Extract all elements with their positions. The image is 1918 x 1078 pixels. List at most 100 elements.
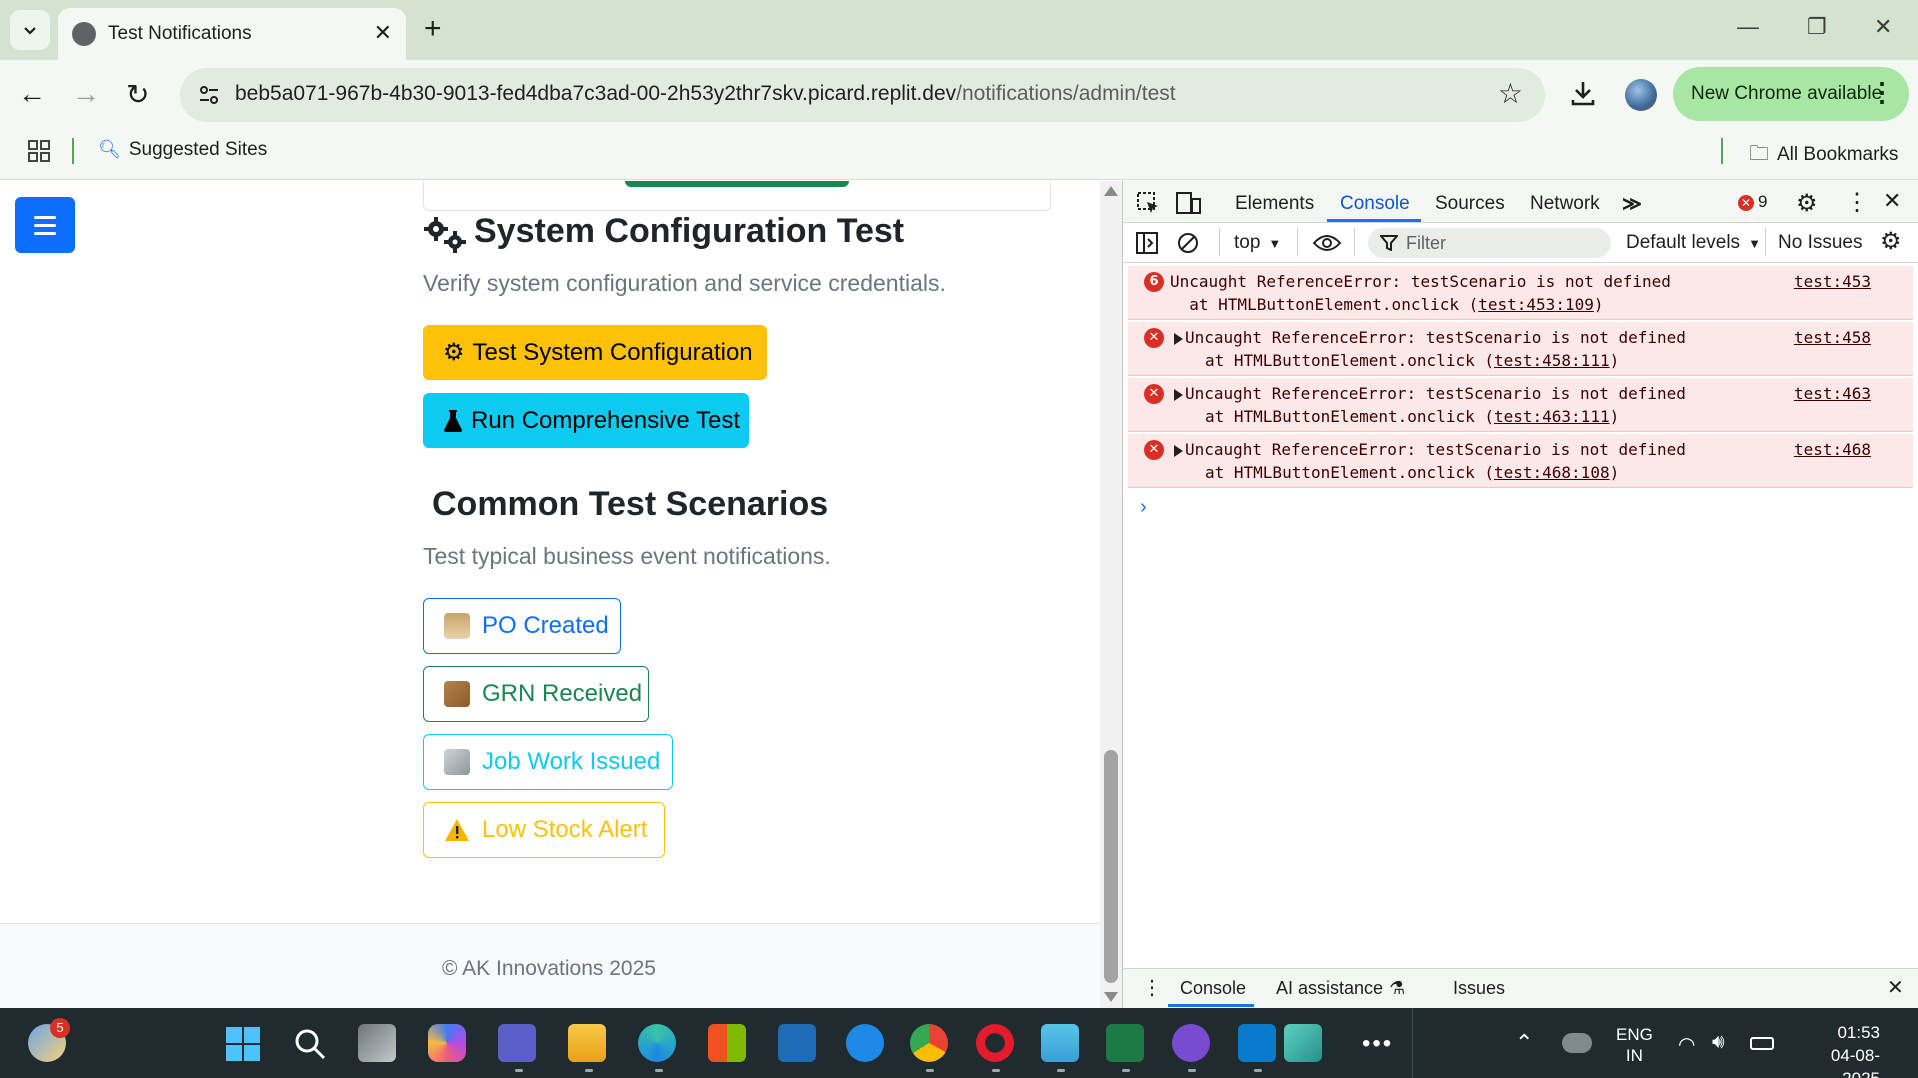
- site-settings-icon[interactable]: [196, 82, 222, 108]
- suggested-sites-bookmark[interactable]: 🔍︎ Suggested Sites: [98, 139, 267, 161]
- wrench-icon: [444, 749, 470, 775]
- store-icon[interactable]: [708, 1024, 746, 1062]
- forward-button[interactable]: →: [72, 78, 100, 110]
- run-comprehensive-test-button[interactable]: Run Comprehensive Test: [423, 393, 749, 448]
- windows-start-icon[interactable]: [225, 1026, 261, 1062]
- console-prompt-input[interactable]: ›: [1140, 496, 1147, 519]
- devtools-tab-elements[interactable]: Elements: [1235, 193, 1314, 215]
- source-link[interactable]: test:463: [1794, 384, 1871, 403]
- console-error-message[interactable]: ✕ Uncaught ReferenceError: testScenario …: [1128, 322, 1913, 376]
- close-window-button[interactable]: ✕: [1874, 14, 1892, 40]
- drawer-tab-console[interactable]: Console: [1180, 978, 1246, 999]
- previous-card-button[interactable]: [625, 181, 849, 187]
- issues-counter[interactable]: No Issues: [1778, 232, 1862, 254]
- console-error-message[interactable]: ✕ Uncaught ReferenceError: testScenario …: [1128, 378, 1913, 432]
- drawer-tab-ai-assistance[interactable]: AI assistance ⚗: [1276, 978, 1405, 999]
- close-devtools-icon[interactable]: ✕: [1883, 188, 1901, 214]
- search-icon[interactable]: [293, 1027, 327, 1061]
- restore-button[interactable]: ❐: [1807, 14, 1827, 40]
- drawer-menu-icon[interactable]: ⋮: [1142, 975, 1162, 1000]
- help-icon[interactable]: [846, 1024, 884, 1062]
- back-button[interactable]: ←: [18, 78, 46, 110]
- devtools-tab-console[interactable]: Console: [1340, 193, 1410, 215]
- more-apps-icon[interactable]: •••: [1362, 1030, 1393, 1058]
- test-system-configuration-button[interactable]: ⚙ Test System Configuration: [423, 325, 767, 380]
- new-tab-button[interactable]: +: [424, 12, 442, 46]
- error-count-badge[interactable]: ✕ 9: [1738, 192, 1767, 212]
- source-link[interactable]: test:453: [1794, 272, 1871, 291]
- bookmark-star-icon[interactable]: ☆: [1498, 77, 1523, 110]
- opera-icon[interactable]: [976, 1024, 1014, 1062]
- new-chrome-label: New Chrome available: [1691, 83, 1883, 104]
- close-drawer-icon[interactable]: ✕: [1887, 975, 1904, 1000]
- clock[interactable]: 01:53 04-08-2025: [1800, 1021, 1880, 1078]
- close-tab-icon[interactable]: ✕: [374, 20, 392, 46]
- clear-console-icon[interactable]: [1177, 232, 1199, 254]
- wifi-icon[interactable]: ◠: [1678, 1032, 1695, 1057]
- console-filter-input[interactable]: Filter: [1368, 228, 1611, 258]
- source-link[interactable]: test:468: [1794, 440, 1871, 459]
- chrome-icon[interactable]: [910, 1024, 948, 1062]
- log-levels-dropdown[interactable]: Default levels ▼: [1626, 232, 1761, 254]
- edge-icon[interactable]: [638, 1024, 676, 1062]
- volume-icon[interactable]: 🔊︎: [1712, 1031, 1725, 1054]
- sidebar-toggle-button[interactable]: [15, 197, 75, 253]
- live-expression-eye-icon[interactable]: [1312, 233, 1342, 253]
- devtools-tab-sources[interactable]: Sources: [1435, 193, 1505, 215]
- toolbar-divider: [1765, 228, 1766, 256]
- excel-icon[interactable]: [1106, 1024, 1144, 1062]
- sidebar-toggle-icon[interactable]: [1136, 232, 1158, 254]
- grn-received-button[interactable]: GRN Received: [423, 666, 649, 722]
- copilot-icon[interactable]: [428, 1024, 466, 1062]
- profile-avatar[interactable]: [1625, 79, 1657, 111]
- more-tabs-icon[interactable]: ≫: [1622, 193, 1642, 216]
- minimize-button[interactable]: —: [1737, 14, 1759, 40]
- stack-link[interactable]: test:468:108: [1494, 463, 1610, 482]
- scroll-down-arrow-icon[interactable]: [1104, 992, 1118, 1002]
- language-line2: IN: [1625, 1046, 1643, 1065]
- teams-icon[interactable]: [498, 1024, 536, 1062]
- inspect-element-icon[interactable]: [1136, 191, 1160, 215]
- reload-button[interactable]: ↻: [126, 78, 149, 111]
- drawer-tab-issues[interactable]: Issues: [1453, 978, 1505, 999]
- github-desktop-icon[interactable]: [1172, 1024, 1210, 1062]
- language-indicator[interactable]: ENG IN: [1616, 1024, 1653, 1066]
- error-text: Uncaught ReferenceError: testScenario is…: [1185, 328, 1686, 347]
- file-explorer-icon[interactable]: [568, 1024, 606, 1062]
- apps-grid-icon[interactable]: [28, 140, 50, 162]
- download-icon[interactable]: [1568, 78, 1598, 108]
- devtools-tab-network[interactable]: Network: [1530, 193, 1600, 215]
- expand-triangle-icon[interactable]: [1174, 389, 1183, 401]
- stack-link[interactable]: test:463:111: [1494, 407, 1610, 426]
- battery-icon[interactable]: [1750, 1037, 1774, 1050]
- vscode-icon[interactable]: [1238, 1024, 1276, 1062]
- page-scrollbar-thumb[interactable]: [1104, 750, 1118, 983]
- all-bookmarks-button[interactable]: 🗀 All Bookmarks: [1749, 139, 1898, 173]
- expand-triangle-icon[interactable]: [1174, 445, 1183, 457]
- low-stock-alert-button[interactable]: Low Stock Alert: [423, 802, 665, 858]
- console-settings-gear-icon[interactable]: ⚙: [1880, 227, 1902, 256]
- show-hidden-icons-chevron-icon[interactable]: ⌃: [1515, 1030, 1533, 1056]
- notepad-icon[interactable]: [1041, 1024, 1079, 1062]
- device-toolbar-icon[interactable]: [1176, 191, 1202, 215]
- console-error-message[interactable]: ✕ Uncaught ReferenceError: testScenario …: [1128, 434, 1913, 488]
- cursor-app-icon[interactable]: [1284, 1024, 1322, 1062]
- source-link[interactable]: test:458: [1794, 328, 1871, 347]
- console-error-message[interactable]: 6 Uncaught ReferenceError: testScenario …: [1128, 266, 1913, 320]
- browser-tab[interactable]: Test Notifications ✕: [58, 8, 406, 60]
- scroll-up-arrow-icon[interactable]: [1104, 186, 1118, 196]
- context-selector[interactable]: top ▼: [1234, 232, 1281, 254]
- task-view-icon[interactable]: [358, 1024, 396, 1062]
- more-options-icon[interactable]: ⋮: [1845, 188, 1869, 217]
- po-created-button[interactable]: PO Created: [423, 598, 621, 654]
- stack-link[interactable]: test:453:109: [1478, 295, 1594, 314]
- expand-triangle-icon[interactable]: [1174, 333, 1183, 345]
- address-bar[interactable]: beb5a071-967b-4b30-9013-fed4dba7c3ad-00-…: [180, 68, 1545, 122]
- stack-link[interactable]: test:458:111: [1494, 351, 1610, 370]
- settings-gear-icon[interactable]: ⚙: [1796, 189, 1818, 218]
- myhp-icon[interactable]: [778, 1024, 816, 1062]
- onedrive-icon[interactable]: [1562, 1033, 1592, 1053]
- job-work-issued-button[interactable]: Job Work Issued: [423, 734, 673, 790]
- tab-search-button[interactable]: [10, 10, 50, 50]
- new-chrome-available-button[interactable]: New Chrome available ⋮: [1673, 67, 1909, 121]
